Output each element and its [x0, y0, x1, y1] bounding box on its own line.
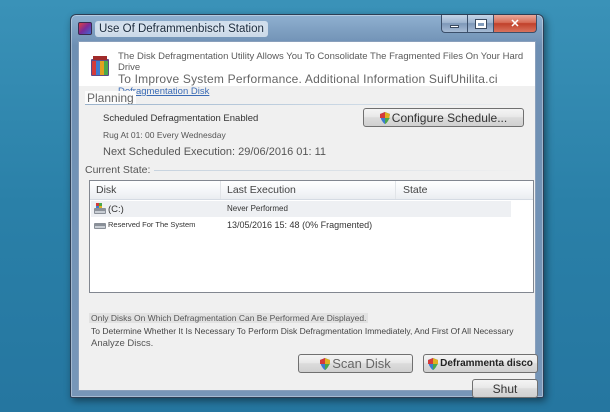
dialog-client-area: The Disk Defragmentation Utility Allows …	[78, 41, 538, 398]
planning-title: Planning	[85, 91, 136, 105]
analyze-hint-line-1: To Determine Whether It Is Necessary To …	[91, 326, 514, 336]
next-execution-text: Next Scheduled Execution: 29/06/2016 01:…	[103, 146, 327, 158]
maximize-button[interactable]	[467, 15, 493, 33]
defrag-app-icon	[78, 22, 92, 35]
current-state-divider	[154, 170, 529, 171]
column-header-row: Disk Last Execution State	[90, 181, 533, 200]
header-line-2: To Improve System Performance. Additiona…	[118, 72, 498, 86]
displayed-disks-note: Only Disks On Which Defragmentation Can …	[89, 313, 369, 323]
column-header-disk[interactable]: Disk	[96, 184, 116, 196]
disk-row[interactable]: (C:) Never Performed	[91, 201, 511, 217]
close-button[interactable]: ✕	[493, 15, 537, 33]
planning-divider	[85, 104, 529, 105]
info-header: The Disk Defragmentation Utility Allows …	[79, 42, 535, 97]
disk-last-execution: 13/05/2016 15: 48 (0% Fragmented)	[227, 220, 373, 230]
current-state-title: Current State:	[85, 164, 151, 176]
defragment-disk-label: Deframmenta disco	[440, 358, 533, 369]
caption-buttons: ✕	[441, 15, 537, 33]
shield-icon	[428, 357, 439, 370]
disk-name: (C:)	[108, 204, 124, 215]
header-text: The Disk Defragmentation Utility Allows …	[118, 51, 530, 97]
maximize-icon	[474, 18, 487, 29]
column-separator[interactable]	[395, 181, 396, 199]
scan-disk-button[interactable]: Scan Disk	[298, 354, 413, 373]
defrag-window: Use Of Deframmenbisch Station ✕ The Disk…	[70, 14, 544, 398]
minimize-button[interactable]	[441, 15, 467, 33]
disk-row[interactable]: Reserved For The System 13/05/2016 15: 4…	[91, 217, 511, 233]
analyze-hint-line-2: Analyze Discs.	[91, 338, 154, 349]
column-header-state[interactable]: State	[403, 184, 428, 196]
close-dialog-button[interactable]: Shut	[472, 379, 538, 398]
configure-schedule-button[interactable]: Configure Schedule...	[363, 108, 524, 127]
column-separator[interactable]	[220, 181, 221, 199]
header-line-1: The Disk Defragmentation Utility Allows …	[118, 51, 524, 73]
schedule-enabled-text: Scheduled Defragmentation Enabled	[103, 113, 259, 124]
configure-schedule-label: Configure Schedule...	[391, 110, 508, 125]
scan-disk-label: Scan Disk	[332, 356, 391, 371]
close-icon: ✕	[510, 18, 520, 30]
disk-name: Reserved For The System	[108, 220, 196, 229]
minimize-icon	[450, 25, 459, 28]
window-title: Use Of Deframmenbisch Station	[95, 21, 268, 37]
disk-list[interactable]: Disk Last Execution State (C:) Never Per…	[89, 180, 534, 293]
defrag-info-link[interactable]: Defragmentation Disk	[118, 86, 530, 97]
defrag-icon	[91, 56, 109, 76]
disk-last-execution: Never Performed	[227, 204, 288, 213]
shield-icon	[320, 357, 331, 370]
schedule-run-text: Rug At 01: 00 Every Wednesday	[103, 130, 226, 140]
hard-drive-os-icon	[94, 203, 106, 214]
defragment-disk-button[interactable]: Deframmenta disco	[423, 354, 538, 373]
hard-drive-icon	[94, 223, 106, 229]
shield-icon	[379, 111, 390, 124]
title-bar[interactable]: Use Of Deframmenbisch Station ✕	[71, 15, 543, 41]
column-header-last-execution[interactable]: Last Execution	[227, 184, 296, 196]
